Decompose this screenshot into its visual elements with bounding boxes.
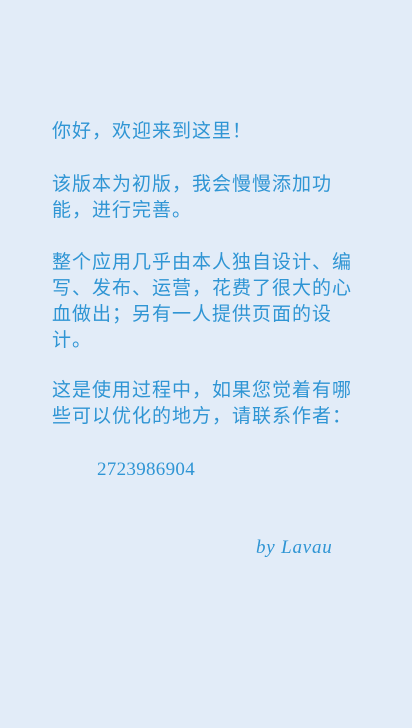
about-page: 你好，欢迎来到这里！ 该版本为初版，我会慢慢添加功能，进行完善。 整个应用几乎由…: [0, 0, 412, 728]
greeting-text: 你好，欢迎来到这里！: [52, 120, 253, 142]
credits-text: 整个应用几乎由本人独自设计、编写、发布、运营，花费了很大的心血做出；另有一人提供…: [52, 251, 353, 351]
contact-number: 2723986904: [97, 459, 195, 480]
author-signature: by Lavau: [256, 537, 333, 558]
contact-prompt-text: 这是使用过程中，如果您觉着有哪些可以优化的地方，请联系作者：: [52, 379, 353, 427]
version-note-text: 该版本为初版，我会慢慢添加功能，进行完善。: [52, 173, 333, 221]
